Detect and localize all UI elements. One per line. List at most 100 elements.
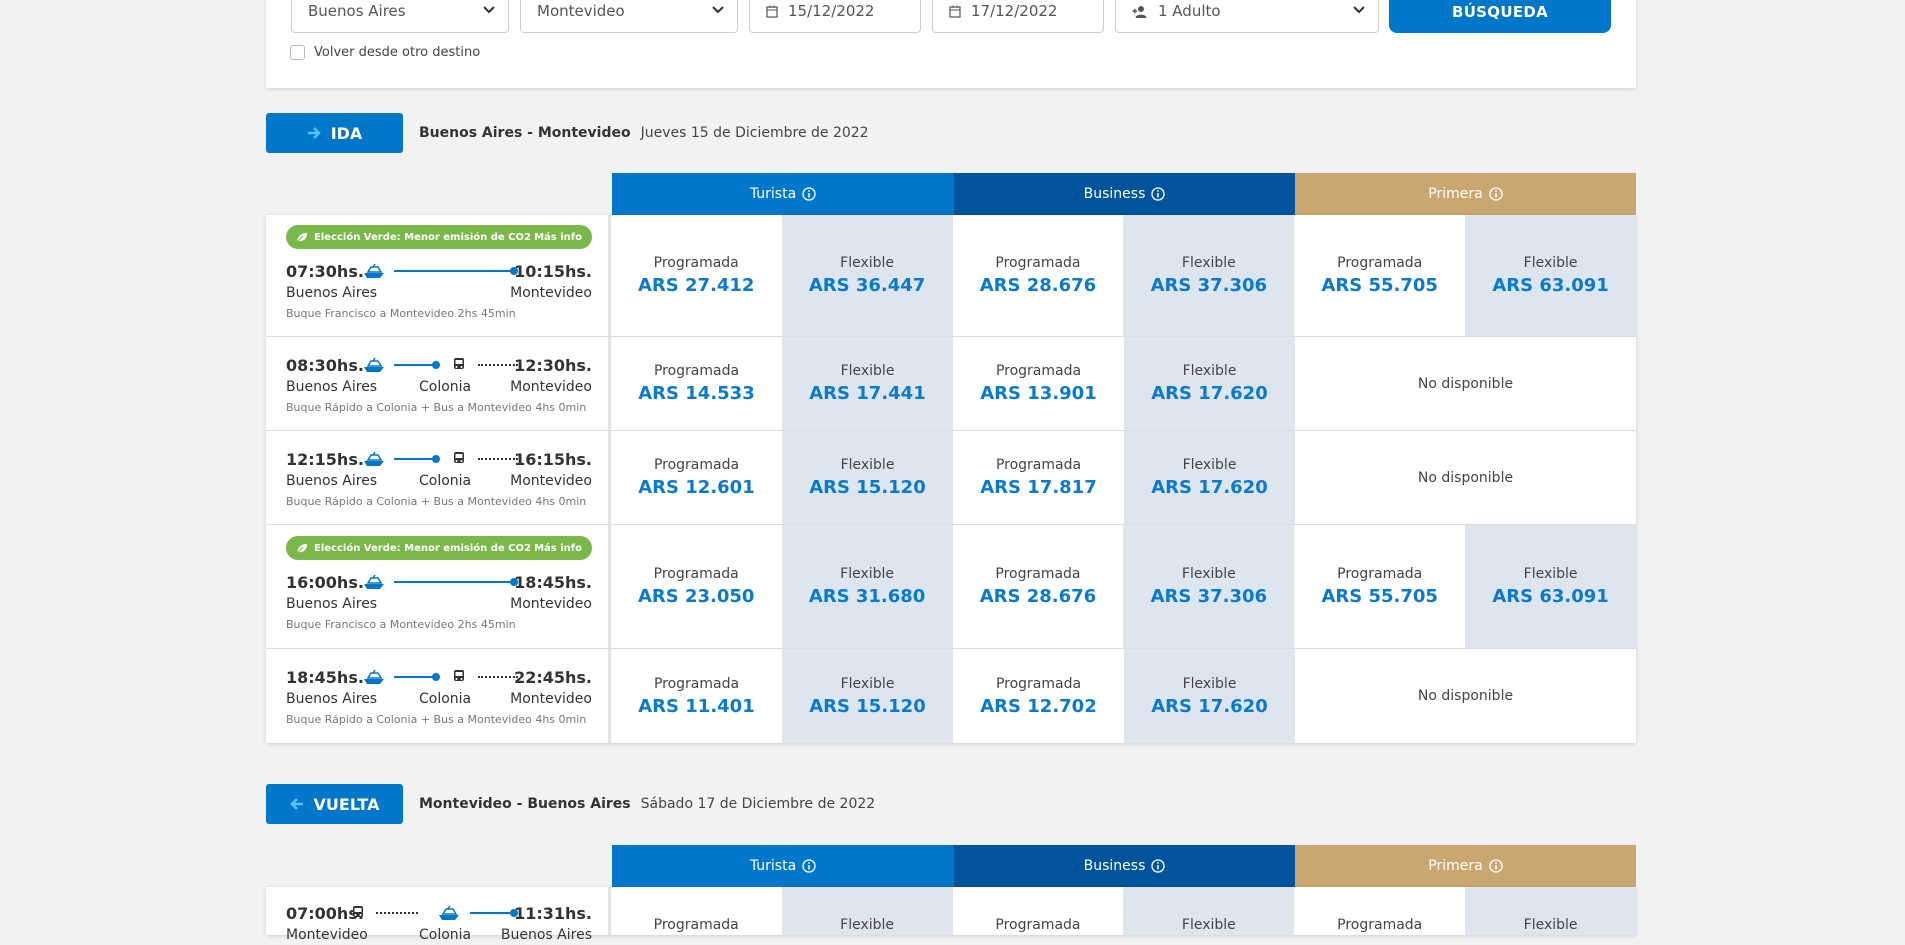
search-button[interactable]: BÚSQUEDA bbox=[1389, 0, 1611, 33]
table-row[interactable]: 18:45hs. 22:45hs. Buenos Aires Colonia M… bbox=[266, 649, 1636, 743]
table-row[interactable]: Elección Verde: Menor emisión de CO2 Más… bbox=[266, 215, 1637, 337]
table-row[interactable]: 08:30hs. 12:30hs. Buenos Aires Colonia M… bbox=[266, 337, 1636, 431]
more-info-link[interactable]: Más info bbox=[534, 543, 582, 554]
origin-city: Buenos Aires bbox=[286, 285, 378, 301]
fare-price: ARS 55.705 bbox=[1321, 275, 1438, 296]
departure-time: 07:30hs. bbox=[286, 261, 364, 281]
fare-turista-flexible[interactable]: Flexible ARS 31.680 bbox=[781, 525, 953, 648]
trip-times: 12:15hs. 16:15hs. bbox=[286, 449, 592, 469]
more-info-link[interactable]: Más info bbox=[534, 232, 582, 243]
arrival-time: 22:45hs. bbox=[514, 667, 592, 687]
date-out-field[interactable]: 15/12/2022 bbox=[749, 0, 921, 33]
fare-business-flexible[interactable]: Flexible ARS 17.620 bbox=[1124, 649, 1295, 743]
fare-label: Programada bbox=[653, 255, 739, 271]
fare-primera-flexible[interactable]: Flexible ARS 63.091 bbox=[1465, 525, 1637, 648]
fare-primera-flexible[interactable]: Flexible bbox=[1465, 887, 1637, 935]
fare-turista-programada[interactable]: Programada ARS 23.050 bbox=[611, 525, 782, 648]
info-icon[interactable] bbox=[802, 859, 816, 873]
calendar-icon bbox=[766, 5, 778, 18]
fare-turista-flexible[interactable]: Flexible ARS 15.120 bbox=[782, 649, 953, 743]
trip-cities: Buenos Aires Colonia Montevideo bbox=[286, 379, 592, 397]
fare-business-programada[interactable]: Programada ARS 28.676 bbox=[953, 215, 1124, 336]
fare-primera-flexible[interactable]: Flexible ARS 63.091 bbox=[1465, 215, 1637, 336]
fare-label: Programada bbox=[653, 363, 740, 379]
ida-route: Buenos Aires - Montevideo bbox=[419, 125, 631, 141]
fare-turista-programada[interactable]: Programada ARS 14.533 bbox=[611, 337, 782, 430]
trip-description: Buque Rápido a Colonia + Bus a Montevide… bbox=[286, 713, 587, 726]
class-header-turista: Turista bbox=[612, 173, 954, 215]
trip-times: 08:30hs. 12:30hs. bbox=[286, 355, 592, 375]
passengers-select[interactable]: 1 Adulto bbox=[1115, 0, 1379, 33]
fare-business-programada[interactable]: Programada ARS 28.676 bbox=[953, 525, 1124, 648]
via-city: Colonia bbox=[419, 691, 472, 707]
info-icon[interactable] bbox=[1151, 187, 1166, 201]
destination-city: Montevideo bbox=[510, 691, 592, 707]
date-back-field[interactable]: 17/12/2022 bbox=[932, 0, 1104, 33]
fare-turista-flexible[interactable]: Flexible bbox=[781, 887, 953, 935]
passengers-value: 1 Adulto bbox=[1158, 2, 1221, 20]
bus-icon bbox=[353, 906, 363, 917]
trip-description: Buque Francisco a Montevideo 2hs 45min bbox=[286, 307, 516, 320]
info-icon[interactable] bbox=[1489, 859, 1503, 873]
via-city: Colonia bbox=[419, 473, 472, 489]
fare-label: Flexible bbox=[840, 363, 895, 379]
green-choice-badge: Elección Verde: Menor emisión de CO2 Más… bbox=[286, 225, 592, 249]
fare-price: ARS 37.306 bbox=[1150, 275, 1268, 296]
info-icon[interactable] bbox=[1489, 187, 1503, 201]
origin-city: Buenos Aires bbox=[286, 473, 378, 489]
origin-select[interactable]: Buenos Aires bbox=[291, 0, 509, 33]
fare-price: ARS 23.050 bbox=[637, 586, 755, 607]
fare-turista-programada[interactable]: Programada ARS 11.401 bbox=[611, 649, 782, 743]
trip-description: Buque Rápido a Colonia + Bus a Montevide… bbox=[286, 495, 587, 508]
fare-business-programada[interactable]: Programada ARS 12.702 bbox=[953, 649, 1124, 743]
fare-label: Programada bbox=[995, 457, 1082, 473]
fare-primera-programada[interactable]: Programada ARS 55.705 bbox=[1294, 215, 1465, 336]
route-line bbox=[394, 581, 514, 583]
fare-price: ARS 14.533 bbox=[638, 383, 755, 404]
arrival-time: 12:30hs. bbox=[514, 355, 592, 375]
fare-turista-flexible[interactable]: Flexible ARS 17.441 bbox=[782, 337, 953, 430]
trip-info: 08:30hs. 12:30hs. Buenos Aires Colonia M… bbox=[266, 337, 611, 430]
fare-turista-programada[interactable]: Programada ARS 12.601 bbox=[611, 431, 782, 524]
table-row[interactable]: 07:00hs. 11:31hs. Montevideo Colonia Bue… bbox=[266, 887, 1637, 943]
fare-price: ARS 63.091 bbox=[1492, 586, 1609, 607]
fare-business-programada[interactable]: Programada ARS 13.901 bbox=[953, 337, 1124, 430]
class-label: Primera bbox=[1428, 186, 1483, 202]
fare-business-programada[interactable]: Programada bbox=[953, 887, 1124, 935]
fare-price: ARS 17.620 bbox=[1151, 477, 1268, 498]
fare-turista-flexible[interactable]: Flexible ARS 36.447 bbox=[781, 215, 953, 336]
trip-description: Buque Rápido a Colonia + Bus a Montevide… bbox=[286, 401, 587, 414]
table-row[interactable]: Elección Verde: Menor emisión de CO2 Más… bbox=[266, 525, 1637, 649]
info-icon[interactable] bbox=[1151, 859, 1166, 873]
other-destination-checkbox[interactable] bbox=[290, 45, 305, 60]
fare-turista-programada[interactable]: Programada bbox=[611, 887, 782, 935]
ship-icon bbox=[364, 669, 384, 684]
fare-business-flexible[interactable]: Flexible ARS 37.306 bbox=[1123, 215, 1295, 336]
fare-primera-programada[interactable]: Programada ARS 55.705 bbox=[1294, 525, 1465, 648]
info-icon[interactable] bbox=[802, 187, 816, 201]
fare-business-programada[interactable]: Programada ARS 17.817 bbox=[953, 431, 1124, 524]
destination-select[interactable]: Montevideo bbox=[520, 0, 738, 33]
bus-route-line bbox=[478, 676, 518, 678]
vuelta-button[interactable]: VUELTA bbox=[266, 784, 403, 824]
trip-info: Elección Verde: Menor emisión de CO2 Más… bbox=[266, 215, 611, 336]
fare-turista-flexible[interactable]: Flexible ARS 15.120 bbox=[782, 431, 953, 524]
trip-info: 07:00hs. 11:31hs. Montevideo Colonia Bue… bbox=[266, 887, 611, 943]
fare-price: ARS 31.680 bbox=[808, 586, 926, 607]
fare-turista-programada[interactable]: Programada ARS 27.412 bbox=[611, 215, 782, 336]
primera-not-available: No disponible bbox=[1417, 375, 1514, 392]
fare-business-flexible[interactable]: Flexible ARS 17.620 bbox=[1124, 337, 1295, 430]
other-destination-checkbox-row[interactable]: Volver desde otro destino bbox=[290, 45, 480, 60]
bus-route-line bbox=[376, 912, 418, 914]
class-header-primera: Primera bbox=[1295, 173, 1636, 215]
leaf-icon bbox=[296, 543, 307, 553]
fare-label: Flexible bbox=[1182, 457, 1237, 473]
fare-price: ARS 36.447 bbox=[808, 275, 926, 296]
fare-business-flexible[interactable]: Flexible ARS 17.620 bbox=[1124, 431, 1295, 524]
fare-business-flexible[interactable]: Flexible bbox=[1123, 887, 1295, 935]
fare-business-flexible[interactable]: Flexible ARS 37.306 bbox=[1123, 525, 1295, 648]
trip-info: 18:45hs. 22:45hs. Buenos Aires Colonia M… bbox=[266, 649, 611, 743]
ida-button[interactable]: IDA bbox=[266, 113, 403, 153]
fare-primera-programada[interactable]: Programada bbox=[1294, 887, 1465, 935]
table-row[interactable]: 12:15hs. 16:15hs. Buenos Aires Colonia M… bbox=[266, 431, 1636, 525]
